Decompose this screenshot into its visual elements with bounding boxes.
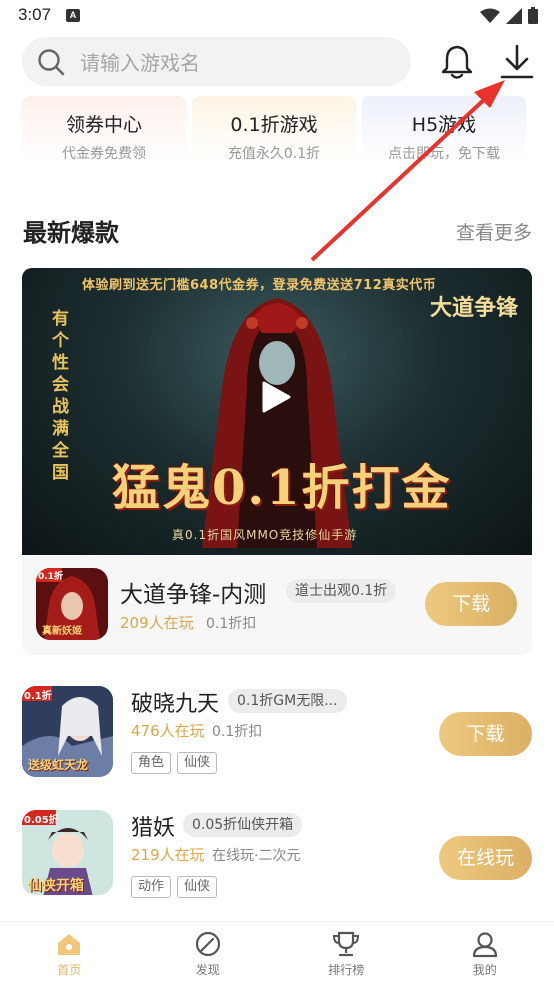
genre-chip: 仙侠 (177, 752, 218, 774)
discount-label: 0.1折扣 (206, 616, 257, 632)
home-icon (58, 934, 81, 955)
banner-left-text: 有个性会战满全国 (52, 309, 69, 483)
nav-label: 发现 (195, 963, 220, 977)
nav-label: 我的 (472, 963, 497, 977)
feature-subtitle: 代金券免费领 (62, 146, 146, 162)
signal-icon (506, 7, 522, 24)
download-icon[interactable] (497, 43, 537, 81)
genre-chips: 角色 仙侠 (131, 752, 218, 774)
game-icon: 0.1折 真新妖姬 (36, 568, 108, 640)
search-input[interactable]: 请输入游戏名 (22, 37, 411, 86)
play-online-button[interactable]: 在线玩 (439, 836, 532, 880)
game-name: 破晓九天 (131, 692, 220, 717)
feature-h5-games[interactable]: H5游戏 点击即玩，免下载 (362, 96, 526, 162)
wifi-icon (480, 8, 500, 23)
trophy-icon (333, 931, 360, 957)
game-name: 大道争锋-内测 (120, 582, 267, 608)
feature-subtitle: 充值永久0.1折 (227, 146, 321, 162)
banner-top-text: 体验刷到送无门槛648代金券，登录免费送送712真实代币 (82, 278, 437, 293)
banner-headline: 猛鬼0.1折打金 (112, 460, 452, 516)
play-icon[interactable] (258, 380, 292, 414)
genre-chip: 仙侠 (177, 876, 218, 898)
feature-discount-games[interactable]: 0.1折游戏 充值永久0.1折 (192, 96, 356, 162)
game-extra-info: 在线玩·二次元 (212, 848, 301, 864)
list-item[interactable]: 0.1折 送级虹天龙 破晓九天 0.1折GM无限... 476人在玩 0.1折扣… (22, 686, 532, 777)
nav-ranking[interactable]: 排行榜 (277, 922, 416, 984)
game-tag: 道士出观0.1折 (286, 579, 397, 603)
feature-title: 领券中心 (65, 114, 142, 136)
genre-chip: 动作 (131, 876, 172, 898)
list-item[interactable]: 0.05折 仙侠开箱 猎妖 0.05折仙侠开箱 219人在玩 在线玩·二次元 动… (22, 810, 532, 898)
player-count: 219人在玩 (131, 846, 205, 864)
banner-right-text: 大道争锋 (429, 295, 518, 321)
search-icon (38, 48, 65, 75)
see-more-link[interactable]: 查看更多 (456, 218, 532, 245)
game-icon: 0.05折 仙侠开箱 (22, 810, 113, 895)
battery-icon (528, 7, 538, 24)
player-count: 209人在玩 (120, 614, 194, 632)
download-button[interactable]: 下载 (425, 582, 517, 626)
status-icons (480, 7, 538, 24)
nav-label: 排行榜 (328, 963, 365, 977)
game-icon-caption: 仙侠开箱 (28, 878, 84, 894)
game-icon-badge: 0.05折 (24, 815, 59, 826)
bell-icon[interactable] (438, 43, 476, 81)
compass-icon (195, 931, 220, 957)
nav-label: 首页 (57, 963, 82, 977)
feature-title: 0.1折游戏 (230, 114, 318, 136)
game-extra-info: 0.1折扣 (212, 724, 263, 740)
bottom-nav: 首页 发现 排行榜 我的 (0, 921, 554, 984)
banner-subtext: 真0.1折国风MMO竞技修仙手游 (172, 528, 358, 542)
featured-banner[interactable]: 体验刷到送无门槛648代金券，登录免费送送712真实代币 有个性会战满全国 大道… (22, 268, 532, 555)
player-count: 476人在玩 (131, 722, 205, 740)
status-bar: 3:07 A (0, 0, 554, 30)
genre-chip: 角色 (131, 752, 172, 774)
feature-subtitle: 点击即玩，免下载 (388, 146, 500, 162)
game-name: 猎妖 (131, 816, 176, 841)
game-icon: 0.1折 送级虹天龙 (22, 686, 113, 777)
game-icon-badge: 0.1折 (24, 691, 52, 702)
game-tag: 0.05折仙侠开箱 (183, 813, 303, 837)
section-title: 最新爆款 (23, 219, 119, 247)
nav-discover[interactable]: 发现 (139, 922, 278, 984)
game-icon-caption: 送级虹天龙 (28, 758, 89, 772)
notification-icon: A (66, 9, 80, 22)
genre-chips: 动作 仙侠 (131, 876, 218, 898)
featured-game-row[interactable]: 0.1折 真新妖姬 大道争锋-内测 道士出观0.1折 209人在玩 0.1折扣 … (22, 555, 532, 655)
feature-title: H5游戏 (411, 114, 477, 136)
game-icon-caption: 真新妖姬 (42, 626, 82, 637)
search-placeholder: 请输入游戏名 (80, 51, 200, 75)
user-icon (472, 932, 497, 958)
game-icon-badge: 0.1折 (38, 572, 63, 582)
feature-coupon-center[interactable]: 领券中心 代金券免费领 (22, 96, 186, 162)
download-button[interactable]: 下载 (439, 712, 532, 756)
status-time: 3:07 (18, 5, 52, 24)
game-tag: 0.1折GM无限... (228, 689, 347, 713)
nav-home[interactable]: 首页 (0, 922, 139, 984)
nav-profile[interactable]: 我的 (416, 922, 554, 984)
